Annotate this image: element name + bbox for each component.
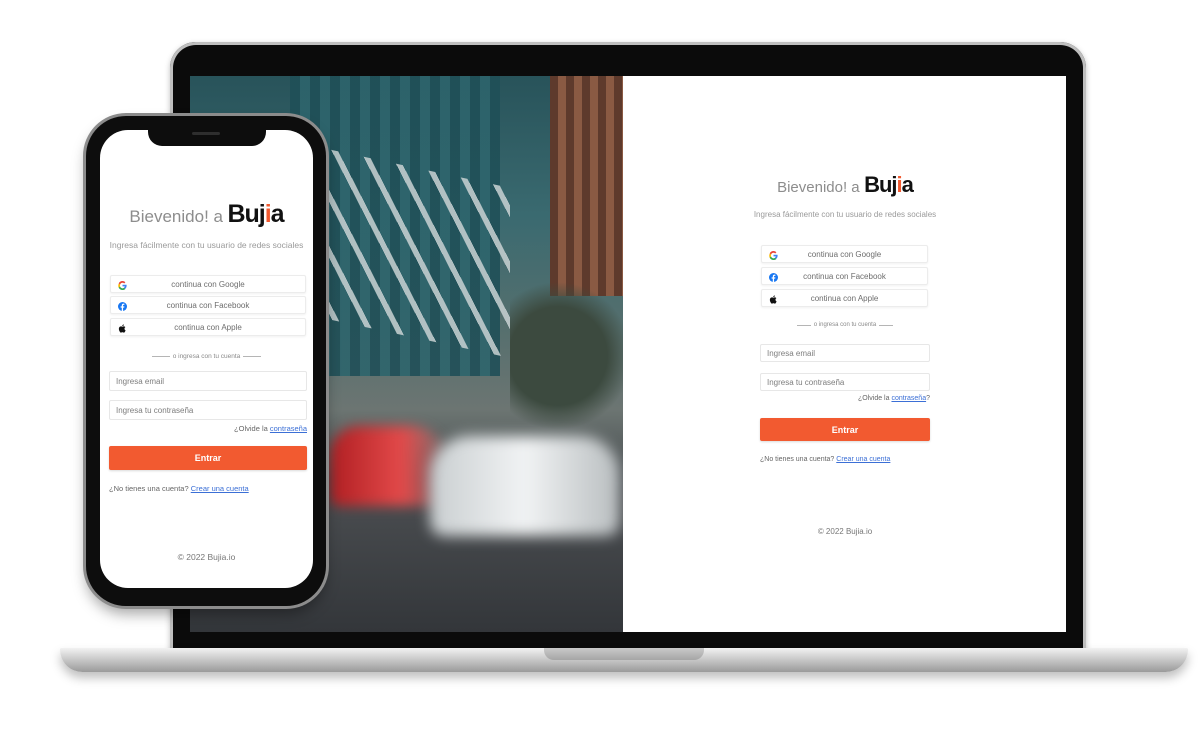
laptop-hinge (544, 648, 704, 660)
phone-speaker (192, 132, 220, 135)
brand-heading: Bievenido! a Bujia (100, 200, 313, 229)
facebook-login-label: continua con Facebook (166, 300, 250, 310)
login-subtitle: Ingresa fácilmente con tu usuario de red… (753, 210, 937, 219)
welcome-text: Bievenido! a (129, 207, 223, 226)
email-input[interactable] (109, 371, 307, 391)
google-login-label: continua con Google (807, 249, 882, 259)
facebook-login-button[interactable]: continua con Facebook (761, 267, 928, 285)
login-subtitle: Ingresa fácilmente con tu usuario de red… (109, 240, 304, 250)
apple-login-button[interactable]: continua con Apple (761, 289, 928, 307)
google-login-button[interactable]: continua con Google (761, 245, 928, 263)
apple-login-label: continua con Apple (174, 322, 242, 332)
footer-copyright: © 2022 Bujia.io (177, 552, 236, 562)
brand-logo: Bujia (227, 200, 284, 228)
forgot-password-link[interactable]: contraseña (270, 424, 307, 433)
brand-heading: Bievenido! a Bujia (750, 172, 940, 198)
google-login-label: continua con Google (171, 279, 245, 289)
submit-label: Entrar (831, 424, 859, 435)
apple-login-button[interactable]: continua con Apple (110, 318, 306, 336)
password-input[interactable] (760, 373, 930, 391)
or-divider: o ingresa con tu cuenta (760, 320, 930, 330)
submit-button[interactable]: Entrar (760, 418, 930, 441)
apple-login-label: continua con Apple (810, 293, 879, 303)
apple-icon (117, 323, 127, 333)
create-account-link[interactable]: Crear una cuenta (836, 456, 890, 463)
facebook-icon (768, 272, 778, 282)
footer-copyright: © 2022 Bujia.io (817, 527, 873, 536)
welcome-text: Bievenido! a (777, 179, 860, 196)
forgot-password-text: ¿Olvide la contraseña (234, 424, 307, 433)
no-account-text: ¿No tienes una cuenta? Crear una cuenta (760, 456, 891, 463)
no-account-text: ¿No tienes una cuenta? Crear una cuenta (109, 484, 249, 493)
google-icon (768, 250, 778, 260)
facebook-login-button[interactable]: continua con Facebook (110, 296, 306, 314)
password-input[interactable] (109, 400, 307, 420)
facebook-icon (117, 301, 127, 311)
phone-notch (148, 128, 266, 146)
brand-logo: Bujia (864, 172, 914, 197)
create-account-link[interactable]: Crear una cuenta (191, 484, 249, 493)
submit-button[interactable]: Entrar (109, 446, 307, 470)
forgot-password-text: ¿Olvide la contraseña? (857, 395, 930, 402)
forgot-password-link[interactable]: contraseña (891, 395, 926, 402)
facebook-login-label: continua con Facebook (803, 271, 886, 281)
apple-icon (768, 294, 778, 304)
email-input[interactable] (760, 344, 930, 362)
or-divider: o ingresa con tu cuenta (100, 351, 313, 361)
google-login-button[interactable]: continua con Google (110, 275, 306, 293)
google-icon (117, 280, 127, 290)
phone-screen: Bievenido! a Bujia Ingresa fácilmente co… (100, 130, 313, 588)
submit-label: Entrar (194, 453, 222, 463)
